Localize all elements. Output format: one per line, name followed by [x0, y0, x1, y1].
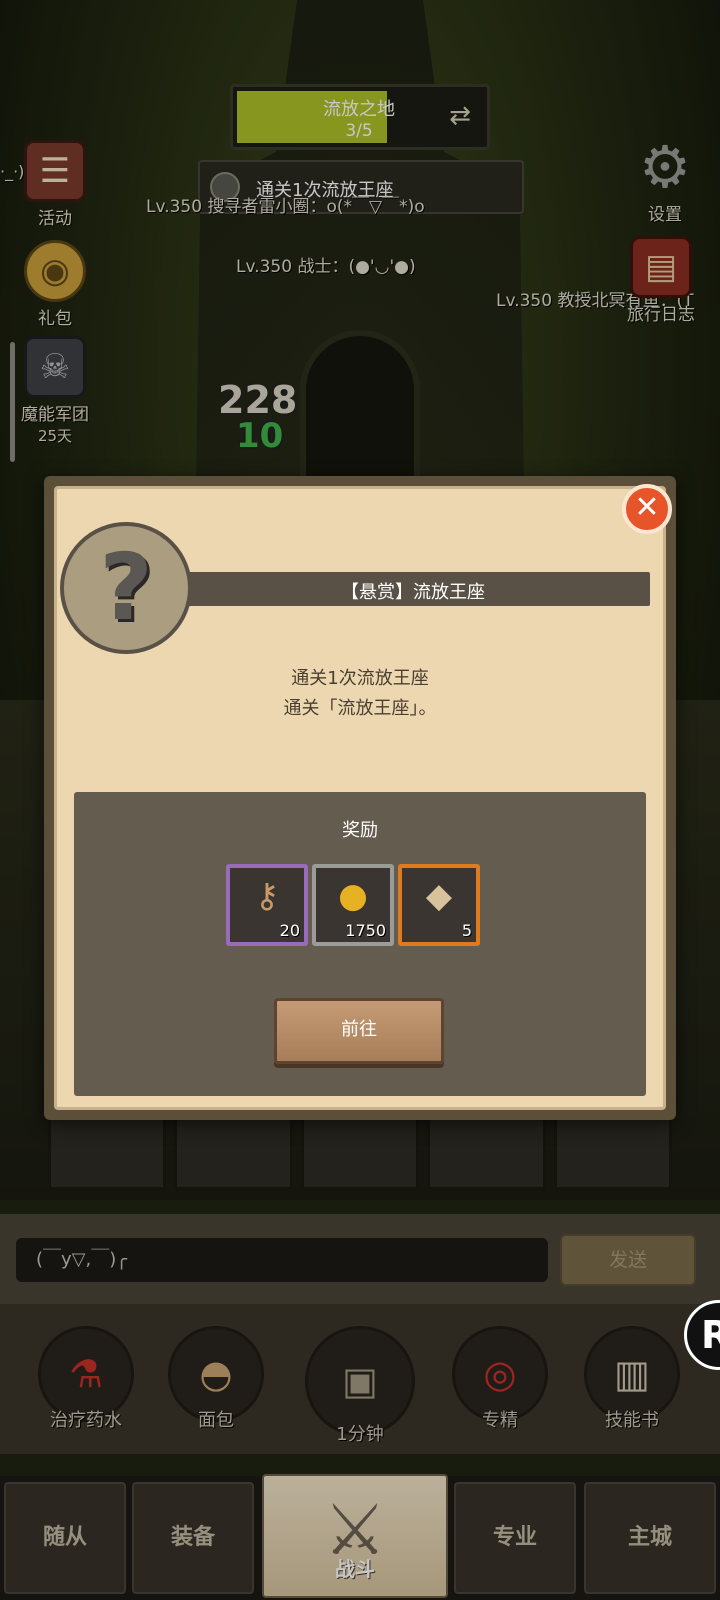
question-mark-icon: ?	[99, 534, 153, 641]
stone-block-icon: ◆	[425, 876, 453, 916]
reward-item-gold[interactable]: ● 1750	[312, 864, 394, 946]
quest-emblem: ?	[60, 522, 192, 654]
dialog-title: 【悬赏】流放王座	[341, 582, 485, 603]
reward-item-stone[interactable]: ◆ 5	[398, 864, 480, 946]
reward-count: 5	[461, 921, 472, 940]
go-button[interactable]: 前往	[274, 998, 444, 1064]
dialog-title-banner: 【悬赏】流放王座	[176, 572, 650, 606]
reward-title: 奖励	[342, 820, 378, 841]
gold-coin-icon: ●	[338, 876, 368, 916]
reward-count: 1750	[345, 921, 386, 940]
reward-panel: 奖励 ⚷ 20 ● 1750 ◆ 5 前往	[74, 792, 646, 1096]
quest-description-line2: 通关「流放王座」。	[283, 698, 437, 719]
key-icon: ⚷	[254, 876, 280, 916]
reward-item-key[interactable]: ⚷ 20	[226, 864, 308, 946]
reward-count: 20	[279, 921, 300, 940]
quest-description-line1: 通关1次流放王座	[291, 668, 429, 689]
close-button[interactable]: ✕	[622, 484, 672, 534]
